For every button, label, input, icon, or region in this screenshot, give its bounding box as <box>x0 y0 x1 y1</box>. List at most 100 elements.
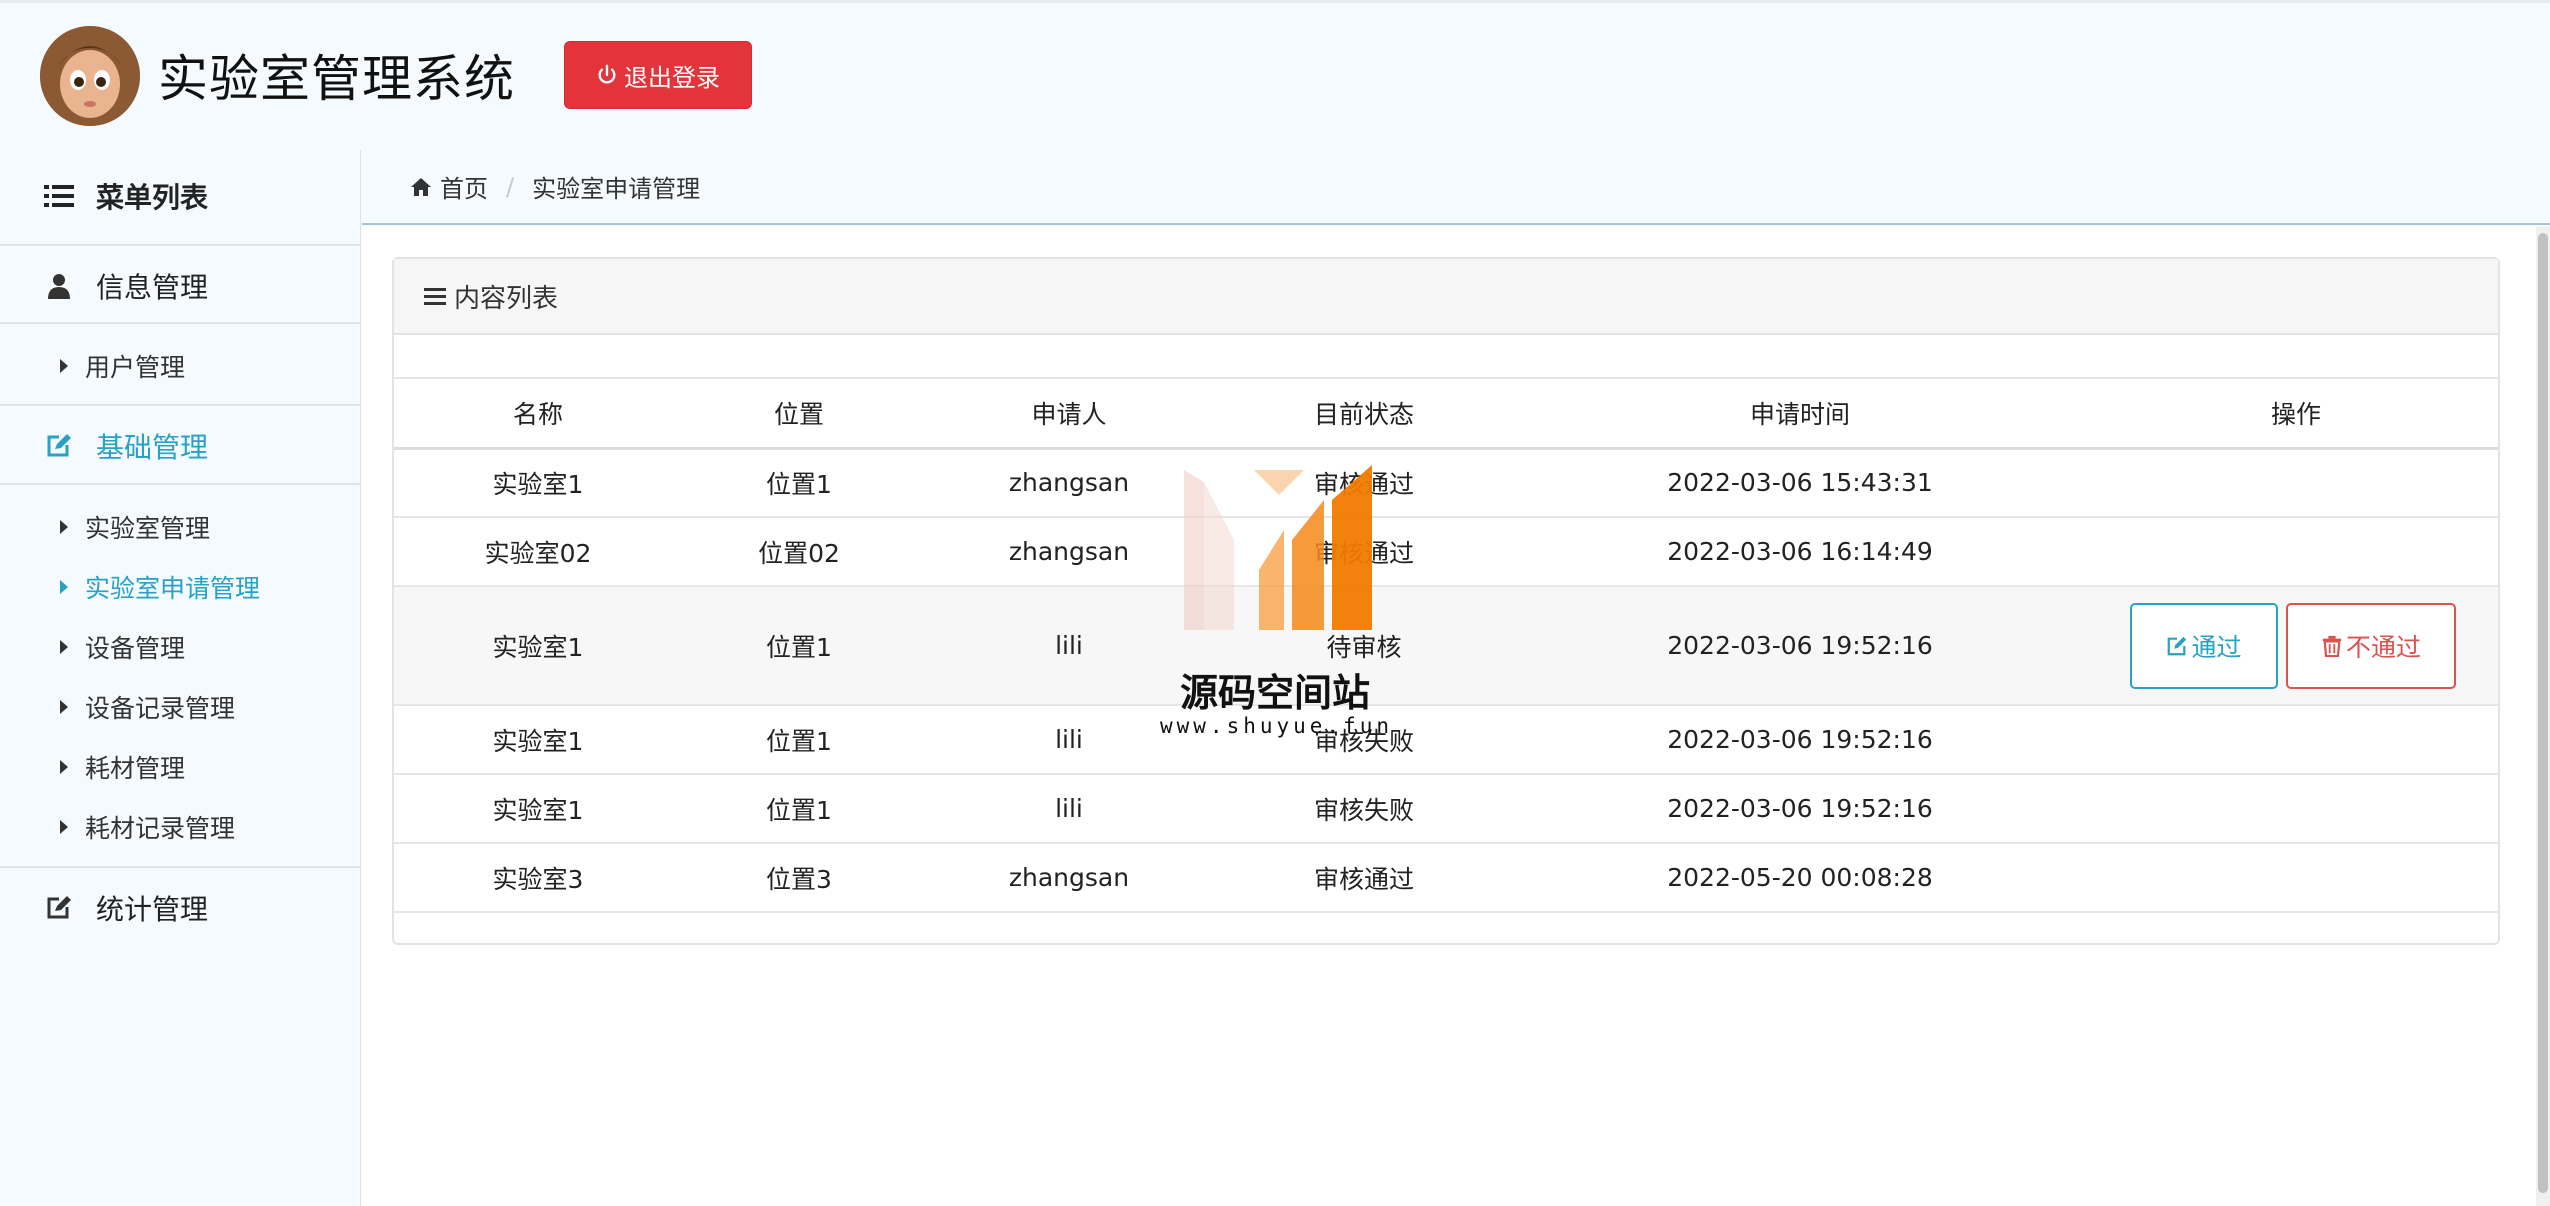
menu-group-info-label: 信息管理 <box>96 271 209 304</box>
divider <box>0 404 360 406</box>
cell-actions <box>2094 447 2498 517</box>
cell-time: 2022-03-06 19:52:16 <box>1506 585 2094 705</box>
breadcrumb-current: 实验室申请管理 <box>532 175 701 203</box>
sidebar-item-device-records[interactable]: 设备记录管理 <box>0 687 360 727</box>
cell-applicant: zhangsan <box>916 516 1222 586</box>
cell-location: 位置1 <box>682 773 916 843</box>
application-table: 名称 位置 申请人 目前状态 申请时间 操作 实验室1 位置1 zhangsan… <box>394 377 2498 913</box>
cell-time: 2022-03-06 16:14:49 <box>1506 516 2094 586</box>
cell-actions <box>2094 704 2498 774</box>
panel-title: 内容列表 <box>454 283 559 314</box>
cell-name: 实验室1 <box>394 447 682 517</box>
divider <box>0 483 360 485</box>
table-row: 实验室1 位置1 lili 审核失败 2022-03-06 19:52:16 <box>394 704 2498 774</box>
cell-applicant: zhangsan <box>916 447 1222 517</box>
table-row: 实验室1 位置1 lili 待审核 2022-03-06 19:52:16 通过… <box>394 585 2498 705</box>
cell-name: 实验室1 <box>394 704 682 774</box>
cell-time: 2022-05-20 00:08:28 <box>1506 842 2094 913</box>
sidebar-item-label: 耗材记录管理 <box>85 814 236 843</box>
caret-right-icon <box>60 700 68 714</box>
cell-time: 2022-03-06 19:52:16 <box>1506 773 2094 843</box>
edit-icon <box>42 431 76 461</box>
top-header: 实验室管理系统 退出登录 <box>0 0 2550 150</box>
sidebar-item-label: 实验室管理 <box>85 514 211 543</box>
breadcrumb-home[interactable]: 首页 <box>410 169 488 204</box>
sidebar-item-lab-application[interactable]: 实验室申请管理 <box>0 567 360 607</box>
cell-actions: 通过 不通过 <box>2094 585 2498 705</box>
caret-right-icon <box>60 359 68 373</box>
cell-status: 待审核 <box>1222 585 1506 705</box>
caret-right-icon <box>60 520 68 534</box>
sidebar-item-device-management[interactable]: 设备管理 <box>0 627 360 667</box>
sidebar-item-user-management[interactable]: 用户管理 <box>0 346 360 386</box>
reject-label: 不通过 <box>2345 632 2421 662</box>
breadcrumb-home-label: 首页 <box>440 175 488 203</box>
table-header-row: 名称 位置 申请人 目前状态 申请时间 操作 <box>394 377 2498 450</box>
divider <box>0 244 360 246</box>
cell-actions <box>2094 773 2498 843</box>
cell-actions <box>2094 516 2498 586</box>
cell-name: 实验室1 <box>394 585 682 705</box>
cell-applicant: lili <box>916 585 1222 705</box>
logout-button[interactable]: 退出登录 <box>564 41 752 109</box>
logout-label: 退出登录 <box>624 63 720 92</box>
column-header: 名称 <box>394 377 682 450</box>
sidebar-item-lab-management[interactable]: 实验室管理 <box>0 507 360 547</box>
trash-icon <box>2322 635 2342 657</box>
cell-time: 2022-03-06 19:52:16 <box>1506 704 2094 774</box>
table-row: 实验室3 位置3 zhangsan 审核通过 2022-05-20 00:08:… <box>394 842 2498 913</box>
main-content: 内容列表 名称 位置 申请人 目前状态 申请时间 操作 实验室1 位置1 zha… <box>362 227 2550 1206</box>
table-row: 实验室1 位置1 lili 审核失败 2022-03-06 19:52:16 <box>394 773 2498 843</box>
sidebar-item-consumables[interactable]: 耗材管理 <box>0 747 360 787</box>
column-header: 申请时间 <box>1506 377 2094 450</box>
menu-list-title: 菜单列表 <box>0 176 360 216</box>
reject-button[interactable]: 不通过 <box>2286 602 2456 689</box>
column-header: 申请人 <box>916 377 1222 450</box>
cell-applicant: zhangsan <box>916 842 1222 913</box>
menu-group-basic[interactable]: 基础管理 <box>0 426 360 466</box>
edit-icon <box>42 893 76 923</box>
menu-group-statistics[interactable]: 统计管理 <box>0 888 360 928</box>
avatar-image <box>40 26 140 126</box>
caret-right-icon <box>60 820 68 834</box>
cell-name: 实验室02 <box>394 516 682 586</box>
power-icon <box>598 64 616 84</box>
sidebar-item-label: 设备记录管理 <box>85 694 236 723</box>
column-header: 操作 <box>2094 377 2498 450</box>
cell-location: 位置1 <box>682 447 916 517</box>
approve-label: 通过 <box>2191 632 2242 662</box>
cell-status: 审核通过 <box>1222 447 1506 517</box>
cell-status: 审核失败 <box>1222 773 1506 843</box>
menu-list-label: 菜单列表 <box>96 181 209 214</box>
approve-button[interactable]: 通过 <box>2130 602 2278 689</box>
table-row: 实验室02 位置02 zhangsan 审核通过 2022-03-06 16:1… <box>394 516 2498 586</box>
cell-applicant: lili <box>916 704 1222 774</box>
avatar <box>40 26 140 126</box>
caret-right-icon <box>60 640 68 654</box>
cell-actions <box>2094 842 2498 913</box>
column-header: 位置 <box>682 377 916 450</box>
scrollbar[interactable] <box>2536 227 2550 1206</box>
breadcrumb-separator: / <box>506 172 515 201</box>
sidebar-item-label: 用户管理 <box>85 353 186 382</box>
breadcrumb: 首页 / 实验室申请管理 <box>362 150 2550 225</box>
caret-right-icon <box>60 760 68 774</box>
menu-group-statistics-label: 统计管理 <box>96 893 209 926</box>
caret-right-icon <box>60 580 68 594</box>
divider <box>0 322 360 324</box>
scrollbar-thumb[interactable] <box>2538 233 2548 1193</box>
site-title: 实验室管理系统 <box>158 50 515 108</box>
sidebar-item-consumable-records[interactable]: 耗材记录管理 <box>0 807 360 847</box>
cell-location: 位置02 <box>682 516 916 586</box>
sidebar-item-label: 耗材管理 <box>85 754 186 783</box>
content-panel: 内容列表 名称 位置 申请人 目前状态 申请时间 操作 实验室1 位置1 zha… <box>392 257 2500 945</box>
list-icon <box>42 181 76 211</box>
cell-status: 审核通过 <box>1222 516 1506 586</box>
panel-header: 内容列表 <box>394 259 2498 335</box>
cell-name: 实验室1 <box>394 773 682 843</box>
sidebar-item-label: 设备管理 <box>85 634 186 663</box>
menu-group-info[interactable]: 信息管理 <box>0 266 360 306</box>
bars-icon <box>424 286 446 306</box>
cell-location: 位置1 <box>682 704 916 774</box>
cell-location: 位置1 <box>682 585 916 705</box>
